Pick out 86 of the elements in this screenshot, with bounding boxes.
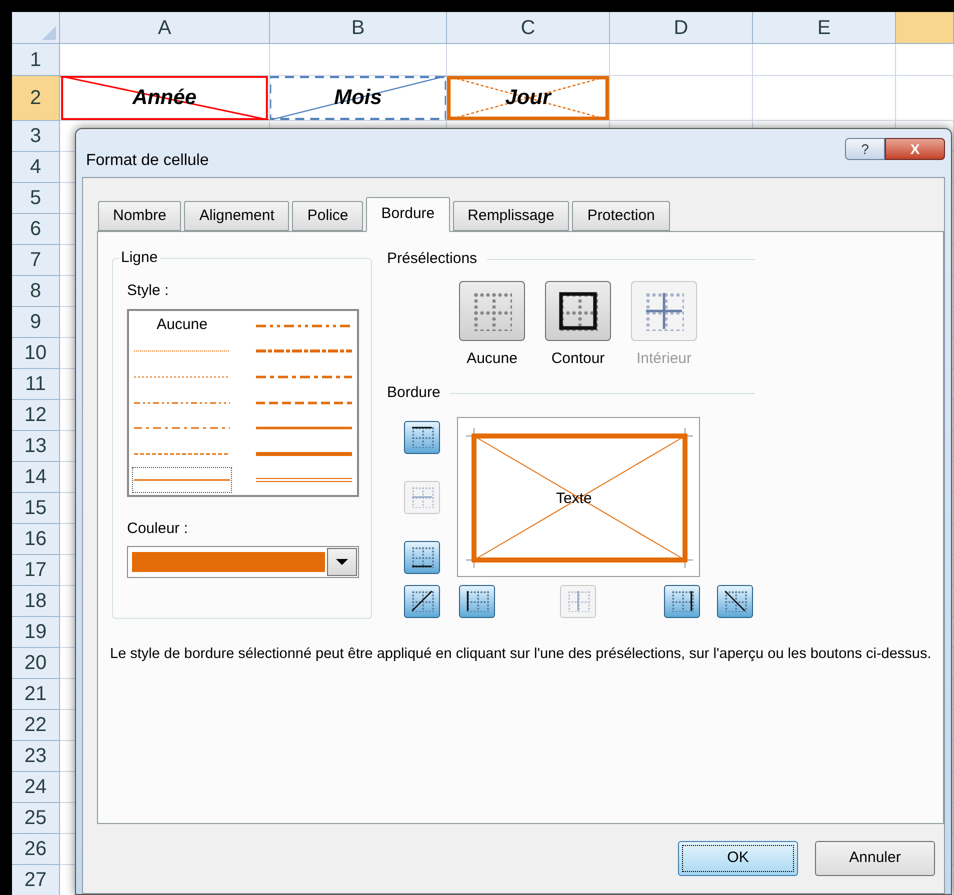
border-line-icon xyxy=(410,486,434,508)
row-header[interactable]: 2 xyxy=(12,76,60,121)
row-header[interactable]: 1 xyxy=(12,44,60,76)
border-toggle-button[interactable] xyxy=(459,584,495,618)
line-sample-icon xyxy=(256,347,352,356)
color-dropdown[interactable] xyxy=(127,546,359,578)
group-title: Ligne xyxy=(119,249,160,267)
row-header[interactable]: 26 xyxy=(12,834,60,865)
border-preset-icon xyxy=(644,290,684,330)
border-line-icon xyxy=(566,590,590,612)
row-header[interactable]: 6 xyxy=(12,214,60,245)
column-header[interactable]: A xyxy=(60,12,270,44)
color-label: Couleur : xyxy=(127,518,189,538)
dialog-button[interactable]: Annuler xyxy=(815,841,935,876)
sheet-cell[interactable] xyxy=(753,44,896,76)
row-header[interactable]: 10 xyxy=(12,338,60,369)
border-preset-icon xyxy=(472,290,512,330)
tab[interactable]: Bordure xyxy=(366,197,450,232)
select-all-corner[interactable] xyxy=(12,12,60,44)
border-toggle-button[interactable] xyxy=(717,584,753,618)
border-toggle-button[interactable] xyxy=(404,584,440,618)
row-header[interactable]: 23 xyxy=(12,741,60,772)
sheet-cell[interactable] xyxy=(896,44,954,76)
row-header[interactable]: 27 xyxy=(12,865,60,895)
row-header[interactable]: 19 xyxy=(12,617,60,648)
column-header[interactable]: B xyxy=(270,12,447,44)
sheet-cell[interactable] xyxy=(270,44,447,76)
row-header[interactable]: 16 xyxy=(12,524,60,555)
dialog-title: Format de cellule xyxy=(86,151,209,171)
sheet-cell[interactable] xyxy=(610,44,753,76)
border-line-icon xyxy=(670,590,694,612)
preset-button[interactable] xyxy=(545,280,611,340)
column-header[interactable]: D xyxy=(610,12,753,44)
sheet-cell[interactable] xyxy=(896,76,954,121)
sheet-cell[interactable] xyxy=(610,76,753,121)
line-sample-icon xyxy=(256,450,352,458)
sheet-cell[interactable] xyxy=(447,44,610,76)
row-header[interactable]: 4 xyxy=(12,152,60,183)
line-sample-icon xyxy=(256,476,352,484)
line-sample-icon xyxy=(256,424,352,432)
border-preset-icon xyxy=(558,290,598,330)
tab[interactable]: Remplissage xyxy=(452,201,570,231)
column-header[interactable]: C xyxy=(447,12,610,44)
preset-label: Contour xyxy=(551,348,605,368)
border-line-icon xyxy=(723,590,747,612)
section-label: Présélections xyxy=(387,249,478,269)
row-header[interactable]: 9 xyxy=(12,307,60,338)
sheet-cell[interactable] xyxy=(753,76,896,121)
border-toggle-button[interactable] xyxy=(664,584,700,618)
row-header[interactable]: 20 xyxy=(12,648,60,679)
section-label: Bordure xyxy=(387,383,440,403)
row-header[interactable]: 24 xyxy=(12,772,60,803)
row-header[interactable]: 8 xyxy=(12,276,60,307)
row-header[interactable]: 7 xyxy=(12,245,60,276)
border-line-icon xyxy=(410,546,434,568)
row-header[interactable]: 12 xyxy=(12,400,60,431)
row-header[interactable]: 21 xyxy=(12,679,60,710)
row-header[interactable]: 22 xyxy=(12,710,60,741)
tab[interactable]: Alignement xyxy=(184,201,290,231)
border-toggle-button[interactable] xyxy=(404,420,440,454)
column-header[interactable]: E xyxy=(753,12,896,44)
preset-label: Intérieur xyxy=(636,348,692,368)
line-style-option[interactable]: Aucune xyxy=(132,312,232,338)
tab[interactable]: Police xyxy=(292,201,364,231)
row-header[interactable]: 18 xyxy=(12,586,60,617)
row-header[interactable]: 5 xyxy=(12,183,60,214)
border-line-icon xyxy=(410,590,434,612)
row-header[interactable]: 13 xyxy=(12,431,60,462)
tab[interactable]: Nombre xyxy=(98,201,182,231)
row-header[interactable]: 3 xyxy=(12,121,60,152)
row-header[interactable]: 15 xyxy=(12,493,60,524)
row-header[interactable]: 11 xyxy=(12,369,60,400)
row-header[interactable]: 17 xyxy=(12,555,60,586)
help-button[interactable]: ? xyxy=(845,138,885,160)
border-line-icon xyxy=(465,590,489,612)
line-style-option[interactable] xyxy=(132,466,232,493)
border-line-icon xyxy=(410,426,434,448)
dialog-button[interactable]: OK xyxy=(678,841,798,876)
row-header[interactable]: 25 xyxy=(12,803,60,834)
preset-label: Aucune xyxy=(466,348,518,368)
tab[interactable]: Protection xyxy=(572,201,670,231)
row-header[interactable]: 14 xyxy=(12,462,60,493)
border-toggle-button[interactable] xyxy=(404,540,440,574)
description-text: Le style de bordure sélectionné peut être appliqué en cliquant sur l'une des présélections, sur l'aperçu ou les boutons ci-dessus. xyxy=(110,645,932,664)
style-label: Style : xyxy=(127,281,170,301)
sheet-cell[interactable] xyxy=(60,44,270,76)
